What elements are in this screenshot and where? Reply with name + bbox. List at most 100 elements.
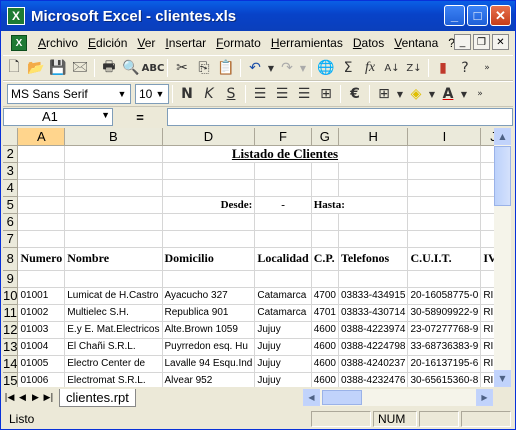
scroll-up-icon[interactable]: ▲ xyxy=(494,128,511,145)
print-icon[interactable]: 🖶 xyxy=(98,57,120,79)
cell[interactable]: Alvear 952 xyxy=(162,372,256,387)
cell[interactable]: Lavalle 94 Esqu.Ind xyxy=(162,355,256,373)
undo-dropdown-icon[interactable]: ▼ xyxy=(266,57,276,79)
row-header[interactable]: 3 xyxy=(3,162,19,180)
spelling-icon[interactable]: ABC xyxy=(142,57,165,79)
cell[interactable] xyxy=(480,162,494,180)
column-header[interactable]: D xyxy=(162,128,256,146)
header-cell[interactable]: C.U.I.T. xyxy=(407,247,482,271)
cell[interactable]: 4701 xyxy=(311,304,339,322)
menu-ver[interactable]: Ver xyxy=(132,36,160,50)
cell[interactable] xyxy=(254,213,312,231)
row-header[interactable]: 2 xyxy=(3,145,19,163)
scroll-down-icon[interactable]: ▼ xyxy=(494,370,511,387)
row-header[interactable]: 4 xyxy=(3,179,19,197)
column-header[interactable]: I xyxy=(407,128,482,146)
permission-icon[interactable]: 🖂 xyxy=(69,57,91,79)
fill-color-dropdown-icon[interactable]: ▼ xyxy=(427,83,437,105)
last-sheet-icon[interactable]: ▶| xyxy=(42,390,55,406)
column-header[interactable]: G xyxy=(311,128,339,146)
report-title[interactable]: Listado de Clientes xyxy=(162,145,409,163)
column-header[interactable]: F xyxy=(254,128,312,146)
cell[interactable] xyxy=(162,213,256,231)
cell[interactable]: 0388-4232476 xyxy=(338,372,409,387)
hyperlink-icon[interactable]: 🌐 xyxy=(315,57,337,79)
align-left-icon[interactable]: ☰ xyxy=(249,83,271,105)
cell[interactable]: 01006 xyxy=(17,372,66,387)
header-cell[interactable]: C.P. xyxy=(311,247,339,271)
cell[interactable]: 30-65615360-8 xyxy=(407,372,482,387)
chart-wizard-icon[interactable]: ▮ xyxy=(432,57,454,79)
borders-dropdown-icon[interactable]: ▼ xyxy=(395,83,405,105)
cell[interactable]: El Chañi S.R.L. xyxy=(64,338,163,356)
cell[interactable]: 01003 xyxy=(17,321,66,339)
fill-color-icon[interactable]: ◈ xyxy=(405,83,427,105)
help-icon[interactable]: ? xyxy=(454,57,476,79)
doc-restore-button[interactable]: ❐ xyxy=(473,34,490,50)
cell[interactable]: 03833-434915 xyxy=(338,287,409,305)
header-cell[interactable]: IVA xyxy=(480,247,494,271)
open-icon[interactable]: 📂 xyxy=(25,57,47,79)
row-header[interactable]: 13 xyxy=(3,338,19,356)
column-header[interactable]: H xyxy=(338,128,409,146)
vertical-scroll-thumb[interactable] xyxy=(494,146,511,206)
cell[interactable] xyxy=(338,230,409,248)
cut-icon[interactable]: ✂ xyxy=(171,57,193,79)
cell[interactable] xyxy=(480,196,494,214)
font-color-dropdown-icon[interactable]: ▼ xyxy=(459,83,469,105)
cell[interactable] xyxy=(407,230,482,248)
cell[interactable] xyxy=(162,230,256,248)
menu-ventana[interactable]: Ventana xyxy=(389,36,443,50)
first-sheet-icon[interactable]: |◀ xyxy=(3,390,16,406)
cell[interactable] xyxy=(64,213,163,231)
row-header[interactable]: 11 xyxy=(3,304,19,322)
cell[interactable]: Jujuy xyxy=(254,372,312,387)
font-size-select[interactable]: 10 ▼ xyxy=(135,84,169,104)
workbook-icon[interactable]: X xyxy=(11,35,27,51)
cell[interactable]: RI xyxy=(480,287,494,305)
column-header[interactable]: B xyxy=(64,128,163,146)
cell[interactable] xyxy=(254,179,312,197)
cell[interactable]: 01001 xyxy=(17,287,66,305)
cell[interactable]: 0388-4240237 xyxy=(338,355,409,373)
cell[interactable] xyxy=(407,213,482,231)
header-cell[interactable]: Domicilio xyxy=(162,247,256,271)
cell[interactable] xyxy=(311,162,339,180)
cell[interactable] xyxy=(17,230,66,248)
cell[interactable]: Alte.Brown 1059 xyxy=(162,321,256,339)
cell[interactable]: Puyrredon esq. Hu xyxy=(162,338,256,356)
menu-archivo[interactable]: Archivo xyxy=(33,36,83,50)
cell[interactable]: 01004 xyxy=(17,338,66,356)
cell[interactable] xyxy=(407,162,482,180)
chevron-down-icon[interactable]: ▼ xyxy=(153,86,167,102)
cell[interactable]: Catamarca xyxy=(254,287,312,305)
menu-edicion[interactable]: Edición xyxy=(83,36,132,50)
function-icon[interactable]: fx xyxy=(359,57,381,79)
doc-close-button[interactable]: ✕ xyxy=(492,34,509,50)
menu-herramientas[interactable]: Herramientas xyxy=(266,36,348,50)
cell[interactable]: 23-07277768-9 xyxy=(407,321,482,339)
column-header[interactable]: A xyxy=(17,128,66,146)
cell[interactable] xyxy=(17,196,66,214)
copy-icon[interactable]: ⎘ xyxy=(193,57,215,79)
cell[interactable]: Catamarca xyxy=(254,304,312,322)
formula-input[interactable] xyxy=(167,108,513,126)
cell[interactable]: 20-16137195-6 xyxy=(407,355,482,373)
cell[interactable]: 0388-4223974 xyxy=(338,321,409,339)
column-header[interactable]: J xyxy=(480,128,494,146)
minimize-button[interactable]: _ xyxy=(444,5,465,26)
cell[interactable]: 4600 xyxy=(311,355,339,373)
title-bar[interactable]: X Microsoft Excel - clientes.xls _ □ ✕ xyxy=(1,1,515,31)
menu-datos[interactable]: Datos xyxy=(348,36,389,50)
cell[interactable] xyxy=(17,145,66,163)
spreadsheet-grid[interactable]: A B D F G H I J 2 Listado de Clientes 3 … xyxy=(3,128,494,387)
scroll-left-icon[interactable]: ◀ xyxy=(303,389,320,406)
range-dash[interactable]: - xyxy=(254,196,312,214)
paste-icon[interactable]: 📋 xyxy=(215,57,237,79)
select-all-corner[interactable] xyxy=(3,128,19,146)
merge-center-icon[interactable]: ⊞ xyxy=(315,83,337,105)
cell[interactable] xyxy=(64,162,163,180)
header-cell[interactable]: Nombre xyxy=(64,247,163,271)
borders-icon[interactable]: ⊞ xyxy=(373,83,395,105)
vertical-scrollbar[interactable]: ▲ ▼ xyxy=(494,128,511,387)
